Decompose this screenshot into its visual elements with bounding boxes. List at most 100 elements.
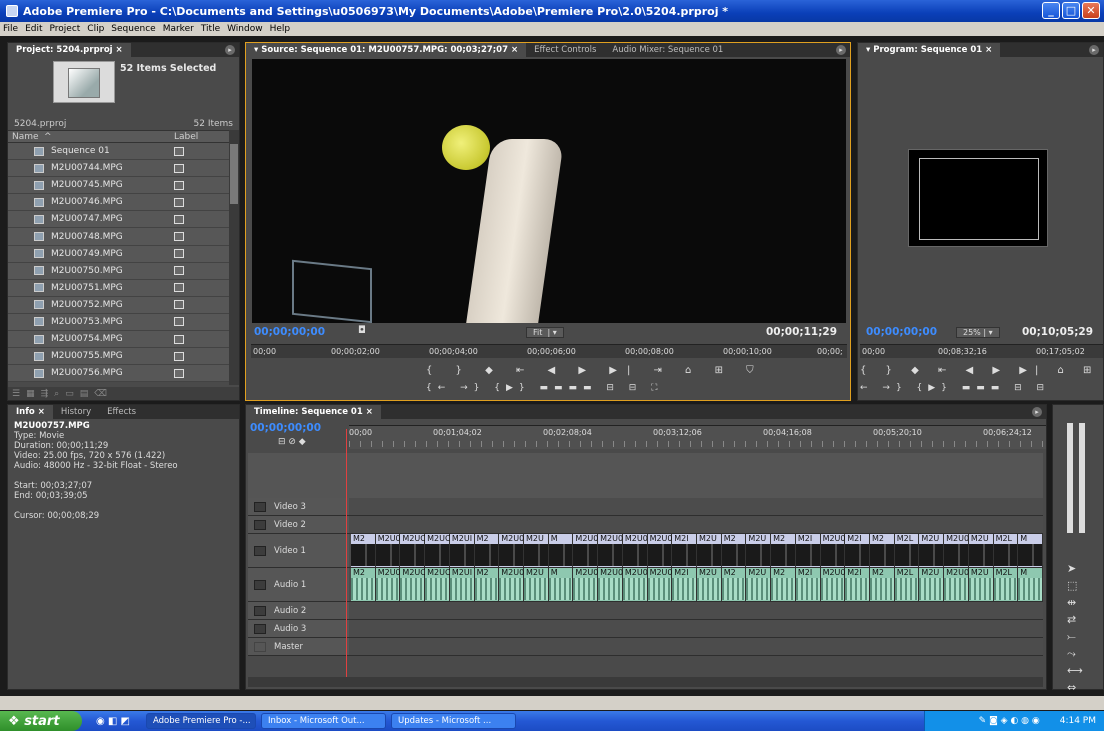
tab-effect-controls[interactable]: Effect Controls	[526, 43, 604, 57]
safe-margins-icon[interactable]: ◘	[358, 325, 366, 336]
audio-clip[interactable]: M2I	[672, 568, 697, 601]
video-clip[interactable]: M2	[721, 534, 747, 567]
eye-icon[interactable]	[254, 545, 266, 556]
tool-icons[interactable]: ➤⬚⇹⇄⤚⤳⟷⇔✋	[1067, 560, 1083, 713]
audio-clip[interactable]: M	[1018, 568, 1043, 601]
tab-history[interactable]: History	[53, 405, 99, 419]
audio-clip[interactable]: M2L	[894, 568, 920, 601]
task-outlook-inbox[interactable]: Inbox - Microsoft Out...	[260, 713, 386, 729]
minimize-button[interactable]: _	[1042, 2, 1060, 19]
tab-project[interactable]: Project: 5204.prproj ×	[8, 43, 131, 57]
video-clip[interactable]: M2	[351, 534, 376, 567]
video-clip[interactable]: M2U0I	[375, 534, 403, 567]
video-clip[interactable]: M2U0	[499, 534, 524, 567]
speaker-icon[interactable]	[254, 579, 266, 590]
audio-clip[interactable]: M2U007	[647, 568, 683, 601]
audio-clip[interactable]: M2U0	[499, 568, 524, 601]
audio-clip[interactable]: M2	[721, 568, 747, 601]
list-item[interactable]: M2U00750.MPG	[8, 262, 230, 280]
program-time-ruler[interactable]: 00;00 00;08;32;16 00;17;05;02	[860, 344, 1103, 358]
new-item-icon[interactable]: ▤	[80, 389, 89, 399]
program-zoom-select[interactable]: 25% | ▾	[956, 327, 1000, 338]
video-clip[interactable]: M2U007	[647, 534, 683, 567]
list-item[interactable]: M2U00747.MPG	[8, 211, 230, 229]
list-item[interactable]: M2U00753.MPG	[8, 313, 230, 332]
source-time-ruler[interactable]: 00;00 00;00;02;00 00;00;04;00 00;00;06;0…	[251, 344, 847, 358]
video-clip[interactable]: M2U	[968, 534, 994, 567]
audio-clip[interactable]: M2I	[795, 568, 821, 601]
tab-program[interactable]: ▾ Program: Sequence 01 ×	[858, 43, 1001, 57]
panel-menu-icon[interactable]: ▸	[1089, 45, 1099, 55]
start-button[interactable]: ❖ start	[0, 711, 82, 731]
audio-clip[interactable]: M2U0I	[375, 568, 403, 601]
audio-clip[interactable]: M2U0I	[598, 568, 625, 601]
zoom-select[interactable]: Fit | ▾	[526, 327, 564, 338]
audio-clip[interactable]: M	[548, 568, 574, 601]
menu-window[interactable]: Window	[227, 24, 263, 34]
list-item[interactable]: M2U00752.MPG	[8, 296, 230, 314]
timeline-hscroll[interactable]	[248, 677, 1043, 687]
find-icon[interactable]: ⌕	[54, 389, 59, 399]
speaker-icon[interactable]	[254, 623, 266, 634]
list-item[interactable]: M2U00745.MPG	[8, 177, 230, 195]
source-current-timecode[interactable]: 00;00;00;00	[254, 326, 325, 338]
delete-icon[interactable]: ⌫	[94, 389, 107, 399]
speaker-icon[interactable]	[254, 605, 266, 616]
video-clip[interactable]: M2UC	[425, 534, 451, 567]
video-clip[interactable]: M2UI	[449, 534, 475, 567]
track-audio-3[interactable]: Audio 3	[248, 620, 1043, 638]
menu-title[interactable]: Title	[201, 24, 220, 34]
close-button[interactable]: ✕	[1082, 2, 1100, 19]
source-transport-controls[interactable]: { } ◆ ⇤ ◀ ▶ ▶| ⇥ ⌂ ⊞ ⛉	[426, 365, 764, 376]
playhead[interactable]	[346, 429, 347, 687]
track-video-2[interactable]: Video 2	[248, 516, 1043, 534]
program-transport-controls[interactable]: { } ◆ ⇤ ◀ ▶ ▶| ⌂ ⊞	[860, 365, 1099, 376]
audio-clip[interactable]: M2U0075	[573, 568, 614, 601]
audio-clip[interactable]: M2U	[524, 568, 549, 601]
new-bin-icon[interactable]: ▭	[65, 389, 74, 399]
timeline-current-timecode[interactable]: 00;00;00;00	[250, 422, 321, 434]
audio-clip[interactable]: M2I	[845, 568, 870, 601]
track-audio-2[interactable]: Audio 2	[248, 602, 1043, 620]
source-jog-controls[interactable]: {← →} {▶} ▬▬▬▬ ⊟ ⊟ ⛶	[426, 383, 663, 393]
video-clip[interactable]: M2U0	[944, 534, 969, 567]
timeline-ruler[interactable]: 00;00 00;01;04;02 00;02;08;04 00;03;12;0…	[349, 425, 1046, 449]
quick-launch-icons[interactable]: ◉ ◧ ◩	[96, 716, 130, 727]
panel-menu-icon[interactable]: ▸	[1032, 407, 1042, 417]
audio-clip[interactable]: M2U	[746, 568, 772, 601]
video-clip[interactable]: M2I	[795, 534, 821, 567]
tab-audio-mixer[interactable]: Audio Mixer: Sequence 01	[604, 43, 731, 57]
audio-clip[interactable]: M2	[474, 568, 500, 601]
video-clip[interactable]: M2L	[894, 534, 920, 567]
audio-clip[interactable]: M2UC	[425, 568, 451, 601]
list-item[interactable]: M2U00748.MPG	[8, 228, 230, 246]
tab-info[interactable]: Info ×	[8, 405, 53, 419]
video-clip[interactable]: M2U0	[820, 534, 846, 567]
audio-clip[interactable]: M2U0	[820, 568, 846, 601]
audio-clip[interactable]: M2	[771, 568, 796, 601]
column-name[interactable]: Name	[12, 132, 39, 142]
video-clip[interactable]: M2U	[697, 534, 722, 567]
list-view-icon[interactable]: ☰	[12, 389, 20, 399]
automate-icon[interactable]: ⇶	[41, 389, 49, 399]
video-clip[interactable]: M2U	[746, 534, 772, 567]
menu-help[interactable]: Help	[270, 24, 291, 34]
column-label[interactable]: Label	[174, 132, 198, 142]
list-item[interactable]: M2U00756.MPG	[8, 365, 230, 383]
menu-project[interactable]: Project	[50, 24, 81, 34]
track-master[interactable]: Master	[248, 638, 1043, 656]
track-video-3[interactable]: Video 3	[248, 498, 1043, 516]
video-clip[interactable]: M2U007	[622, 534, 658, 567]
list-item[interactable]: M2U00746.MPG	[8, 194, 230, 212]
audio-clip[interactable]: M2U	[697, 568, 722, 601]
list-item[interactable]: M2U00754.MPG	[8, 331, 230, 349]
audio-clip[interactable]: M2UI	[449, 568, 475, 601]
video-clip[interactable]: M	[1018, 534, 1043, 567]
video-clip[interactable]: M2U0I	[598, 534, 625, 567]
menu-sequence[interactable]: Sequence	[111, 24, 155, 34]
video-clip[interactable]: M2L	[993, 534, 1019, 567]
video-clip[interactable]: M2UC	[400, 534, 426, 567]
video-clip[interactable]: M2	[870, 534, 895, 567]
maximize-button[interactable]: □	[1062, 2, 1080, 19]
audio-clip[interactable]: M2UC	[400, 568, 426, 601]
